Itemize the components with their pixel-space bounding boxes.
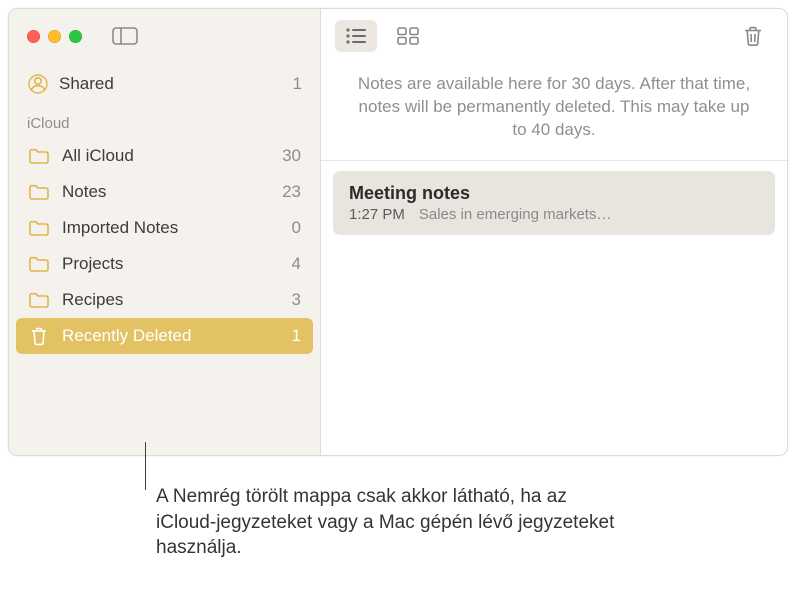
grid-icon [397, 27, 419, 45]
folder-icon [28, 218, 50, 238]
minimize-window-button[interactable] [48, 30, 61, 43]
sidebar-item-label: All iCloud [62, 146, 270, 166]
sidebar-item-shared[interactable]: Shared 1 [17, 67, 312, 101]
list-icon [345, 27, 367, 45]
sidebar-item-all-icloud[interactable]: All iCloud 30 [16, 138, 313, 174]
notes-app-window: Shared 1 iCloud All iCloud 30 [8, 8, 788, 456]
window-controls [27, 30, 82, 43]
sidebar-item-label: Shared [59, 74, 114, 94]
sidebar-item-label: Notes [62, 182, 270, 202]
sidebar-item-count: 0 [292, 218, 301, 238]
folder-icon [28, 146, 50, 166]
section-header-icloud: iCloud [17, 101, 312, 138]
sidebar-item-projects[interactable]: Projects 4 [16, 246, 313, 282]
sidebar-item-recently-deleted[interactable]: Recently Deleted 1 [16, 318, 313, 354]
sidebar: Shared 1 iCloud All iCloud 30 [9, 9, 321, 455]
note-list: Meeting notes 1:27 PM Sales in emerging m… [321, 161, 787, 245]
sidebar-item-notes[interactable]: Notes 23 [16, 174, 313, 210]
note-list-item[interactable]: Meeting notes 1:27 PM Sales in emerging m… [333, 171, 775, 235]
note-meta: 1:27 PM Sales in emerging markets… [349, 206, 759, 223]
main-area: Notes are available here for 30 days. Af… [321, 9, 787, 455]
sidebar-item-count: 1 [293, 74, 302, 94]
folder-icon [28, 182, 50, 202]
callout-text: A Nemrég törölt mappa csak akkor látható… [156, 484, 616, 561]
gallery-view-button[interactable] [387, 20, 429, 52]
folder-icon [28, 290, 50, 310]
trash-icon [28, 326, 50, 346]
note-title: Meeting notes [349, 183, 759, 204]
sidebar-list: Shared 1 iCloud All iCloud 30 [9, 63, 320, 354]
list-view-button[interactable] [335, 20, 377, 52]
sidebar-item-count: 1 [292, 326, 301, 346]
titlebar [9, 9, 320, 63]
sidebar-item-count: 23 [282, 182, 301, 202]
sidebar-item-count: 30 [282, 146, 301, 166]
sidebar-item-count: 4 [292, 254, 301, 274]
sidebar-item-label: Recently Deleted [62, 326, 280, 346]
shared-icon [27, 74, 49, 94]
sidebar-item-label: Imported Notes [62, 218, 280, 238]
callout-line [145, 442, 146, 490]
sidebar-item-imported-notes[interactable]: Imported Notes 0 [16, 210, 313, 246]
folder-icon [28, 254, 50, 274]
toggle-sidebar-button[interactable] [104, 21, 146, 51]
note-preview: Sales in emerging markets… [419, 206, 612, 223]
note-time: 1:27 PM [349, 206, 405, 223]
maximize-window-button[interactable] [69, 30, 82, 43]
delete-button[interactable] [733, 20, 773, 52]
sidebar-item-count: 3 [292, 290, 301, 310]
sidebar-item-label: Recipes [62, 290, 280, 310]
sidebar-item-label: Projects [62, 254, 280, 274]
recently-deleted-banner: Notes are available here for 30 days. Af… [321, 63, 787, 161]
sidebar-icon [112, 27, 138, 45]
close-window-button[interactable] [27, 30, 40, 43]
toolbar [321, 9, 787, 63]
trash-icon [743, 25, 763, 47]
sidebar-item-recipes[interactable]: Recipes 3 [16, 282, 313, 318]
